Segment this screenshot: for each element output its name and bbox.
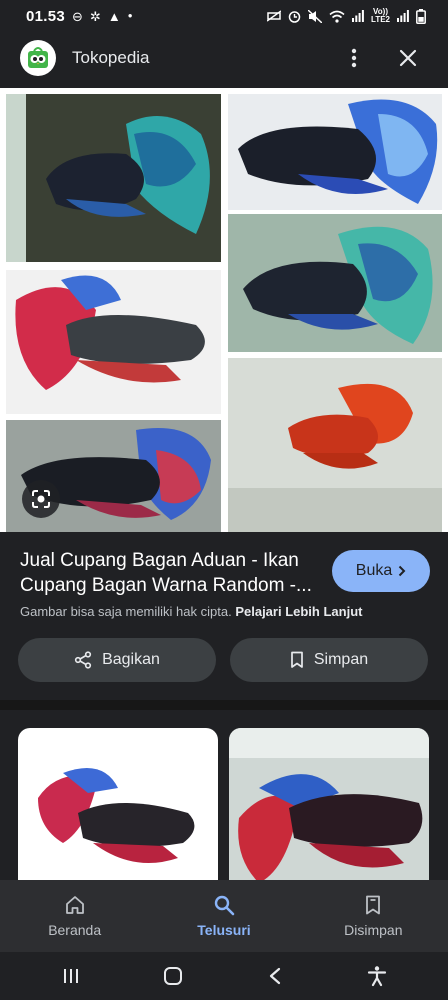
betta-fish-photo	[228, 94, 442, 210]
bottom-nav: Beranda Telusuri Disimpan	[0, 880, 448, 952]
nav-label-home: Beranda	[48, 922, 102, 938]
result-header: Tokopedia	[0, 32, 448, 84]
nav-item-saved[interactable]: Disimpan	[299, 880, 448, 952]
search-icon	[214, 895, 235, 916]
visit-label: Buka	[355, 562, 393, 579]
betta-fish-photo	[6, 270, 221, 414]
related-results	[0, 710, 448, 880]
silent-icon	[267, 10, 282, 22]
dot-icon: ●	[127, 11, 133, 20]
betta-fish-photo	[6, 94, 221, 262]
nav-label-search: Telusuri	[197, 922, 251, 938]
related-image[interactable]	[229, 728, 429, 880]
back-icon[interactable]	[255, 956, 295, 996]
collections-icon	[366, 895, 381, 915]
lens-icon	[32, 490, 50, 508]
result-image[interactable]	[0, 88, 448, 532]
lens-button[interactable]	[22, 480, 60, 518]
betta-fish-photo	[228, 214, 442, 352]
learn-more-link[interactable]: Pelajari Lebih Lanjut	[235, 604, 362, 619]
nav-item-search[interactable]: Telusuri	[149, 880, 298, 952]
save-button[interactable]: Simpan	[230, 638, 428, 682]
home-icon	[65, 896, 84, 914]
volte-indicator: Vo)) LTE2	[371, 7, 390, 24]
status-time: 01.53	[26, 7, 66, 25]
chevron-right-icon	[399, 565, 406, 577]
related-image[interactable]	[18, 728, 218, 880]
wifi-icon	[329, 10, 345, 23]
mute-icon	[308, 9, 323, 23]
betta-fish-photo	[228, 358, 442, 532]
alarm-icon	[288, 10, 301, 23]
section-divider	[0, 700, 448, 710]
close-icon[interactable]	[388, 38, 428, 78]
home-button-icon[interactable]	[153, 956, 193, 996]
do-not-disturb-icon: ⊖	[72, 8, 83, 24]
status-right: Vo)) LTE2	[267, 8, 426, 24]
share-icon	[74, 651, 92, 669]
copyright-notice: Gambar bisa saja memiliki hak cipta. Pel…	[20, 604, 362, 619]
accessibility-icon[interactable]	[357, 956, 397, 996]
signal-icon	[397, 10, 409, 22]
tokopedia-logo-icon	[20, 40, 56, 76]
share-label: Bagikan	[102, 651, 160, 668]
warning-icon: ▲	[107, 8, 121, 24]
bookmark-icon	[291, 651, 303, 668]
result-info-panel: Jual Cupang Bagan Aduan - Ikan Cupang Ba…	[0, 532, 448, 700]
result-title[interactable]: Jual Cupang Bagan Aduan - Ikan Cupang Ba…	[20, 548, 320, 598]
nav-item-home[interactable]: Beranda	[0, 880, 149, 952]
save-label: Simpan	[313, 651, 369, 668]
settings-icon: ✲	[89, 8, 101, 24]
recent-apps-icon[interactable]	[51, 956, 91, 996]
visit-button[interactable]: Buka	[332, 550, 430, 592]
copyright-text: Gambar bisa saja memiliki hak cipta.	[20, 604, 232, 619]
more-vertical-icon[interactable]	[334, 38, 374, 78]
battery-icon	[416, 8, 426, 24]
nav-label-saved: Disimpan	[344, 922, 403, 938]
status-left: 01.53 ⊖ ✲ ▲ ●	[26, 8, 133, 25]
site-name[interactable]: Tokopedia	[72, 48, 334, 68]
system-nav	[0, 952, 448, 1000]
signal-icon	[352, 10, 364, 22]
share-button[interactable]: Bagikan	[18, 638, 216, 682]
status-bar: 01.53 ⊖ ✲ ▲ ● Vo)) LTE2	[0, 0, 448, 32]
